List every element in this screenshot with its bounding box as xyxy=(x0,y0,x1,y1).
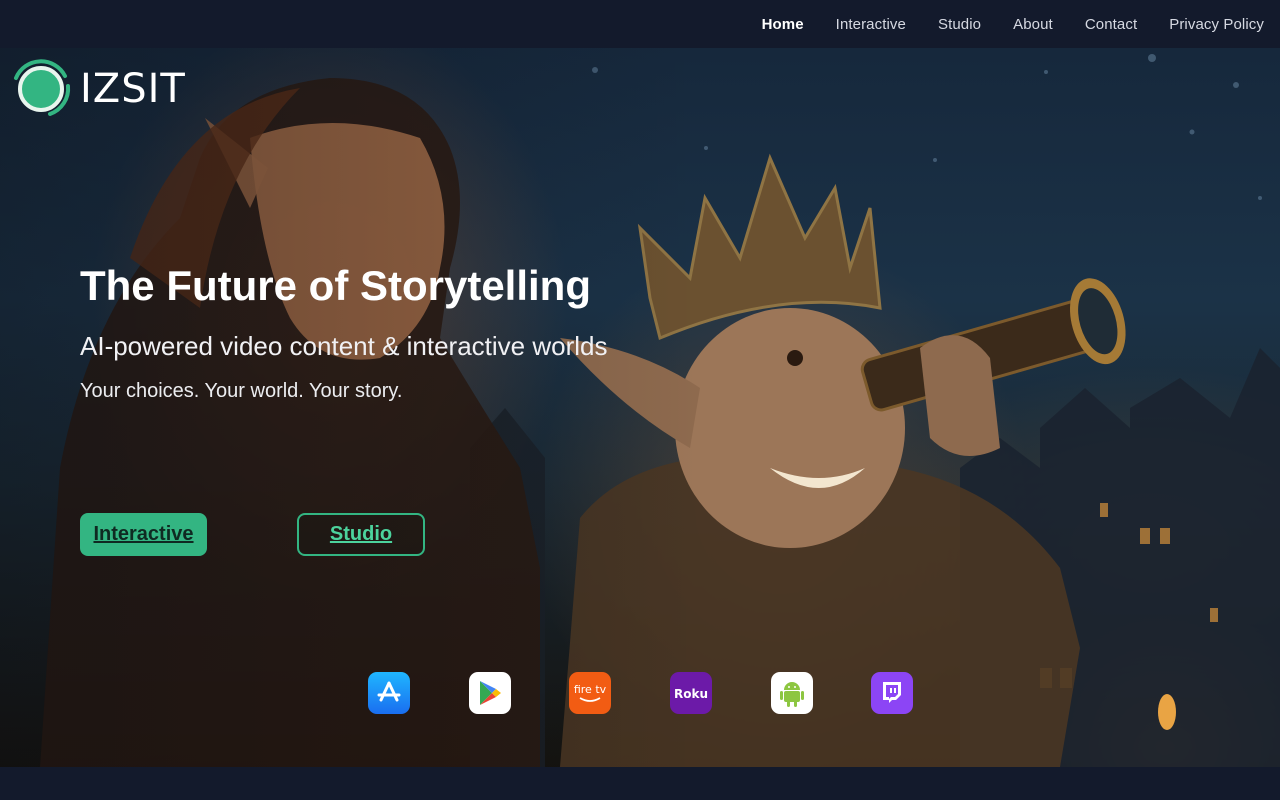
hero-title: The Future of Storytelling xyxy=(80,262,591,309)
interactive-button[interactable]: Interactive xyxy=(80,513,207,556)
main-nav: Home Interactive Studio About Contact Pr… xyxy=(762,0,1264,48)
izsit-ring-logo-icon xyxy=(14,59,71,116)
twitch-icon[interactable] xyxy=(871,672,913,714)
hero-subtitle: AI-powered video content & interactive w… xyxy=(80,331,608,361)
android-icon[interactable] xyxy=(771,672,813,714)
logo-text: IZSIT xyxy=(80,66,186,112)
studio-button[interactable]: Studio xyxy=(297,513,425,556)
google-play-glyph xyxy=(480,681,501,705)
nav-interactive[interactable]: Interactive xyxy=(836,16,906,33)
nav-studio[interactable]: Studio xyxy=(938,16,981,33)
hero-text-shade xyxy=(0,48,700,767)
hero-content: The Future of Storytelling AI-powered vi… xyxy=(80,260,640,405)
nav-privacy-policy[interactable]: Privacy Policy xyxy=(1169,16,1264,33)
google-play-icon[interactable] xyxy=(469,672,511,714)
hero-tagline: Your choices. Your world. Your story. xyxy=(80,380,403,402)
svg-text:fire tv: fire tv xyxy=(574,683,607,696)
nav-about[interactable]: About xyxy=(1013,16,1053,33)
roku-icon[interactable]: Roku xyxy=(670,672,712,714)
android-glyph xyxy=(780,682,804,707)
fire-tv-icon[interactable]: fire tv xyxy=(569,672,611,714)
roku-glyph: Roku xyxy=(674,687,708,701)
app-store-icon[interactable] xyxy=(368,672,410,714)
svg-text:Roku: Roku xyxy=(674,687,708,701)
hero-section xyxy=(0,48,1280,767)
nav-contact[interactable]: Contact xyxy=(1085,16,1137,33)
fire-tv-glyph: fire tv xyxy=(574,683,607,702)
top-navigation-bar: Home Interactive Studio About Contact Pr… xyxy=(0,0,1280,48)
twitch-glyph xyxy=(883,682,901,703)
nav-home[interactable]: Home xyxy=(762,16,804,33)
app-store-glyph xyxy=(377,681,401,702)
izsit-logo[interactable]: IZSIT xyxy=(10,58,186,120)
bottom-bar xyxy=(0,767,1280,800)
